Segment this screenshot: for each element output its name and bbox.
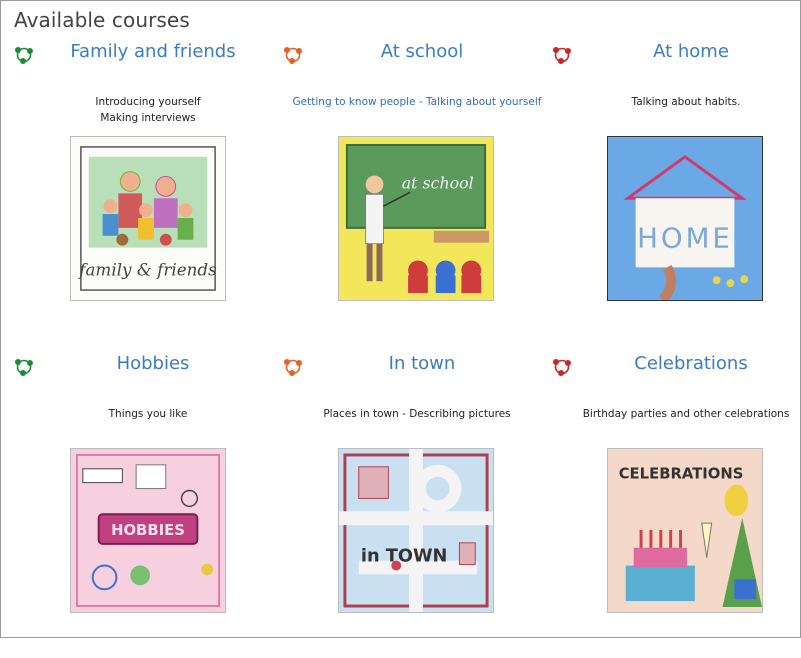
- image-caption: at school: [402, 173, 474, 192]
- course-desc-town: Places in town - Describing pictures: [282, 406, 552, 422]
- course-title-celebrations[interactable]: Celebrations: [561, 353, 801, 374]
- course-card-school: At school Getting to know people - Talki…: [282, 41, 552, 346]
- course-image-family[interactable]: family & friends: [70, 136, 226, 301]
- course-desc-line: Making interviews: [100, 112, 196, 124]
- course-card-hobbies: Hobbies Things you like HOBBIES: [13, 353, 283, 658]
- course-desc-line: Places in town - Describing pictures: [323, 408, 511, 420]
- image-caption: family & friends: [77, 259, 217, 279]
- course-title-hobbies[interactable]: Hobbies: [23, 353, 283, 374]
- course-card-celebrations: Celebrations Birthday parties and other …: [551, 353, 801, 658]
- course-card-town: In town Places in town - Describing pict…: [282, 353, 552, 658]
- page-title: Available courses: [14, 8, 190, 32]
- image-caption: CELEBRATIONS: [619, 466, 744, 483]
- course-desc-line: Things you like: [108, 408, 188, 420]
- course-image-town[interactable]: in TOWN: [338, 448, 494, 613]
- course-card-family: Family and friends Introducing yourself …: [13, 41, 283, 346]
- image-caption: HOBBIES: [111, 522, 185, 539]
- course-desc-line: Birthday parties and other celebrations: [582, 408, 790, 420]
- course-title-family[interactable]: Family and friends: [23, 41, 283, 62]
- course-desc-line: Introducing yourself: [95, 96, 201, 108]
- course-desc-school[interactable]: Getting to know people - Talking about y…: [282, 94, 552, 110]
- course-desc-hobbies: Things you like: [13, 406, 283, 422]
- course-image-school[interactable]: at school: [338, 136, 494, 301]
- course-desc-family: Introducing yourself Making interviews: [13, 94, 283, 126]
- course-title-home[interactable]: At home: [561, 41, 801, 62]
- course-image-home[interactable]: HOME: [607, 136, 763, 301]
- course-title-town[interactable]: In town: [292, 353, 552, 374]
- course-title-school[interactable]: At school: [292, 41, 552, 62]
- course-card-home: At home Talking about habits. HOME: [551, 41, 801, 346]
- image-caption: HOME: [637, 222, 733, 255]
- course-desc-home: Talking about habits.: [551, 94, 801, 110]
- course-desc-celebrations: Birthday parties and other celebrations: [551, 406, 801, 422]
- image-caption: in TOWN: [361, 547, 448, 567]
- course-image-celebrations[interactable]: CELEBRATIONS: [607, 448, 763, 613]
- course-desc-line: Talking about habits.: [631, 96, 741, 108]
- course-desc-line[interactable]: Getting to know people - Talking about y…: [282, 94, 552, 110]
- course-image-hobbies[interactable]: HOBBIES: [70, 448, 226, 613]
- courses-window: Available courses Family and friends Int…: [0, 0, 801, 638]
